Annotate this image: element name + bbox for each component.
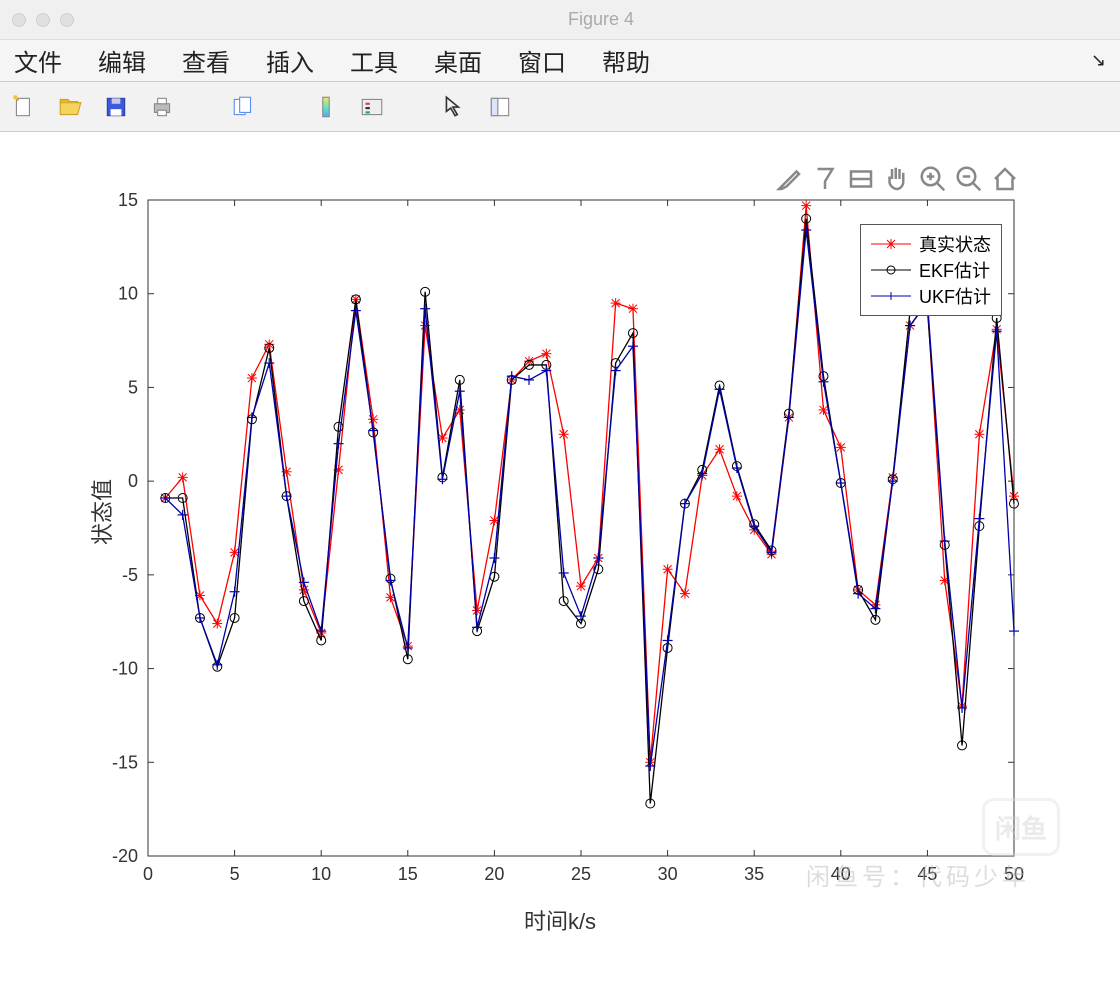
window-controls xyxy=(12,13,74,27)
menu-window[interactable]: 窗口 xyxy=(518,43,566,78)
svg-text:20: 20 xyxy=(484,864,504,884)
zoom-light[interactable] xyxy=(60,13,74,27)
svg-text:15: 15 xyxy=(118,190,138,210)
link-axes-icon[interactable] xyxy=(846,164,876,194)
axes-toolbar xyxy=(774,164,1020,194)
open-icon[interactable] xyxy=(56,93,84,121)
menu-arrow-icon[interactable]: ↘ xyxy=(1091,50,1106,71)
watermark-logo: 闲鱼 xyxy=(982,798,1060,856)
menu-edit[interactable]: 编辑 xyxy=(98,43,146,78)
svg-text:-5: -5 xyxy=(122,565,138,585)
svg-text:10: 10 xyxy=(118,284,138,304)
panel-icon[interactable] xyxy=(486,93,514,121)
data-cursor-icon[interactable] xyxy=(810,164,840,194)
svg-text:-10: -10 xyxy=(112,659,138,679)
svg-text:-20: -20 xyxy=(112,846,138,866)
menu-view[interactable]: 查看 xyxy=(182,43,230,78)
arrow-icon[interactable] xyxy=(440,93,468,121)
minimize-light[interactable] xyxy=(36,13,50,27)
page-setup-icon[interactable] xyxy=(230,93,258,121)
colorbar-icon[interactable] xyxy=(312,93,340,121)
window-title: Figure 4 xyxy=(94,9,1108,30)
svg-text:15: 15 xyxy=(398,864,418,884)
titlebar: Figure 4 xyxy=(0,0,1120,40)
svg-text:-15: -15 xyxy=(112,752,138,772)
y-axis-label: 状态值 xyxy=(85,479,117,545)
legend-label: UKF估计 xyxy=(919,283,991,309)
home-icon[interactable] xyxy=(990,164,1020,194)
svg-text:5: 5 xyxy=(128,377,138,397)
menubar: 文件 编辑 查看 插入 工具 桌面 窗口 帮助 ↘ xyxy=(0,40,1120,82)
new-file-icon[interactable] xyxy=(10,93,38,121)
close-light[interactable] xyxy=(12,13,26,27)
menu-insert[interactable]: 插入 xyxy=(266,43,314,78)
brush-icon[interactable] xyxy=(774,164,804,194)
svg-text:25: 25 xyxy=(571,864,591,884)
menu-desktop[interactable]: 桌面 xyxy=(434,43,482,78)
legend-label: EKF估计 xyxy=(919,257,990,283)
menu-file[interactable]: 文件 xyxy=(14,43,62,78)
toolbar xyxy=(0,82,1120,132)
legend-icon[interactable] xyxy=(358,93,386,121)
legend[interactable]: 真实状态 EKF估计 UKF估计 xyxy=(860,224,1002,316)
svg-text:0: 0 xyxy=(143,864,153,884)
menu-help[interactable]: 帮助 xyxy=(602,43,650,78)
x-axis-label: 时间k/s xyxy=(0,904,1120,936)
legend-item-ekf: EKF估计 xyxy=(871,257,991,283)
legend-item-ukf: UKF估计 xyxy=(871,283,991,309)
print-icon[interactable] xyxy=(148,93,176,121)
zoom-in-icon[interactable] xyxy=(918,164,948,194)
legend-item-true: 真实状态 xyxy=(871,231,991,257)
zoom-out-icon[interactable] xyxy=(954,164,984,194)
watermark-text: 闲鱼号：代码少年 xyxy=(806,857,1030,892)
menu-tools[interactable]: 工具 xyxy=(350,43,398,78)
figure-area: 05101520253035404550-20-15-10-5051015 真实… xyxy=(0,132,1120,986)
svg-text:10: 10 xyxy=(311,864,331,884)
svg-text:0: 0 xyxy=(128,471,138,491)
svg-text:35: 35 xyxy=(744,864,764,884)
legend-label: 真实状态 xyxy=(919,231,991,257)
svg-text:5: 5 xyxy=(230,864,240,884)
svg-text:30: 30 xyxy=(658,864,678,884)
pan-icon[interactable] xyxy=(882,164,912,194)
save-icon[interactable] xyxy=(102,93,130,121)
